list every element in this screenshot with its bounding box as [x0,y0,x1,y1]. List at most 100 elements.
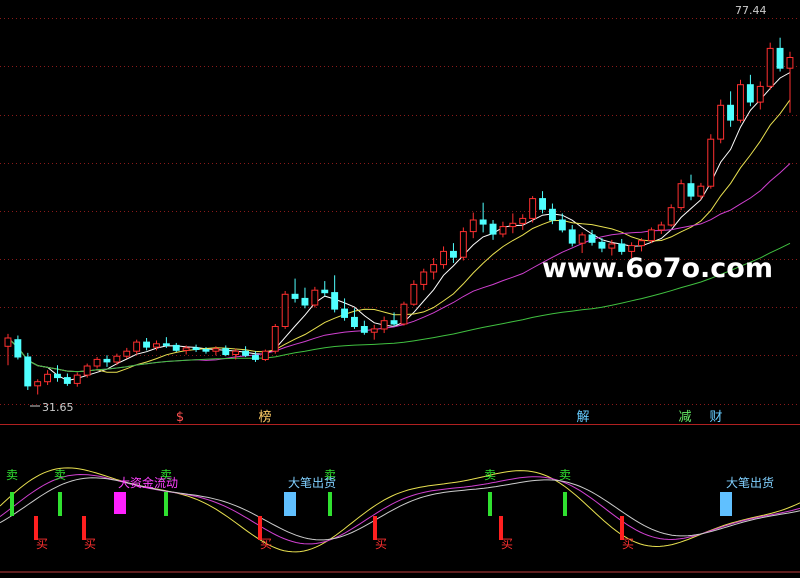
candle-body [707,138,715,187]
candle-body [311,289,319,306]
candle-body [271,326,279,352]
candle-body [103,358,111,363]
candle-body [153,343,160,348]
candle-body [687,183,695,197]
sell-signal-bar [328,492,332,516]
candle-body [677,183,685,209]
candle-body [162,343,170,346]
candlesticks [4,37,794,407]
candle-body [647,229,655,242]
candle-body [83,365,91,376]
candle-body [113,355,121,363]
candle-body [519,217,527,224]
sell-signal-label: 卖 [559,468,571,482]
outflow-label: 大笔出货 [726,475,774,490]
candle-body [568,229,576,244]
candle-body [549,208,556,221]
ma5-line [7,72,791,382]
candle-body [766,47,774,87]
candle-body [479,219,487,225]
candle-body [539,198,546,210]
event-marker-label: 财 [709,410,722,425]
sell-signal-label: 卖 [484,468,496,482]
candle-body [172,344,180,351]
price-gridlines [0,18,800,405]
buy-signal-label: 买 [375,537,387,551]
stock-chart: 77.44 31.65 www.6o7o.com $ 榜解减财 卖卖卖卖卖卖买买买… [0,4,800,573]
candle-body [440,250,448,266]
candle-body [182,347,190,351]
moving-average-lines [7,72,791,382]
candle-body [281,293,289,327]
candle-body [291,293,299,299]
candle-body [756,85,764,103]
event-marker-label: 榜 [258,409,271,425]
candle-body [301,297,309,306]
candle-body [459,231,467,258]
buy-signal-label: 买 [84,537,96,551]
candle-body [261,350,269,361]
event-marker-label: $ [176,410,184,425]
event-markers: $ 榜 解 减 财 [176,409,723,425]
candle-body [628,245,636,252]
sell-signal-bar [164,492,168,516]
event-marker-label: 减 [678,410,691,425]
price-low-label: 31.65 [42,401,74,414]
candle-body [499,226,507,235]
candle-body [331,292,339,310]
candle-body [360,326,368,333]
candle-body [390,320,398,325]
candle-body [380,320,388,330]
candle-body [529,198,537,219]
candle-body [34,381,42,387]
candle-body [400,303,408,325]
candle-body [341,308,349,318]
candle-body [222,348,230,356]
candle-body [192,347,200,350]
candle-body [657,224,665,231]
candle-body [469,219,477,233]
outflow-block [720,492,732,516]
candle-body [232,350,240,356]
outflow-block [284,492,296,516]
sell-signal-label: 卖 [54,468,66,482]
candle-body [717,104,725,140]
candle-body [212,348,220,352]
candle-body [420,271,428,285]
inflow-label: 大资金流动 [118,475,178,490]
sell-signal-label: 卖 [6,468,18,482]
candle-body [746,84,754,103]
candle-body [558,219,566,231]
indicator-panel: 卖卖卖卖卖卖买买买买买买大资金流动 大笔出货 大笔出货 [0,467,800,573]
candle-body [44,373,51,383]
ma10-line [7,99,791,373]
candle-body [242,350,250,356]
buy-signal-label: 买 [260,537,272,551]
candle-body [489,223,497,235]
candle-body [123,350,131,357]
candle-body [450,250,457,258]
sell-signal-bar [488,492,492,516]
candle-body [4,337,12,347]
candle-body [430,264,438,273]
candle-body [54,373,61,379]
candle-body [73,374,81,384]
sell-signal-bar [563,492,567,516]
candle-body [578,234,586,244]
candle-body [598,241,606,249]
candle-body [351,316,358,327]
candle-body [638,240,645,247]
candle-body [321,289,329,294]
watermark: www.6o7o.com [542,253,773,284]
candle-body [776,47,784,69]
price-high-label: 77.44 [735,4,767,17]
candle-body [370,328,378,333]
sell-signal-bar [10,492,14,516]
candle-body [618,243,626,252]
event-marker-label: 解 [576,410,589,425]
candle-body [410,283,418,305]
candle-body [608,243,616,249]
candle-body [509,222,517,228]
candle-body [93,358,101,367]
buy-signal-label: 买 [501,537,513,551]
